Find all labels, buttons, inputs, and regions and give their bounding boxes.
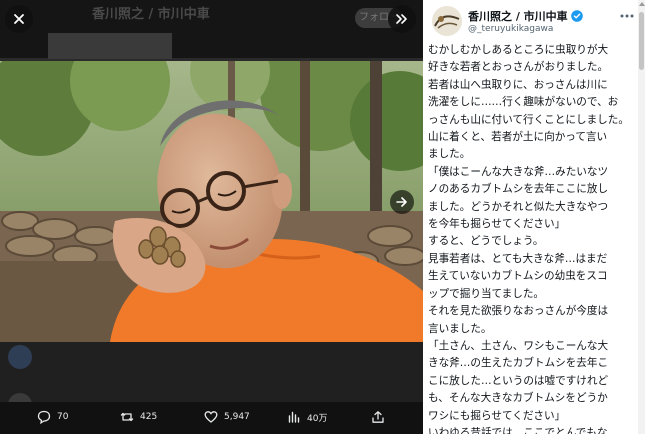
post-detail-panel: 香川照之 / 市川中車 @_teruyukikagawa むかしむかしあるところ…: [423, 0, 645, 434]
more-dots-icon: [620, 14, 634, 18]
author-handle[interactable]: @_teruyukikagawa: [468, 24, 553, 34]
panel-scrollbar[interactable]: [638, 0, 645, 434]
background-media-strip: [0, 342, 423, 402]
post-line: それを見た欲張りなおっさんが今度は: [428, 305, 609, 318]
repost-count: 425: [140, 412, 158, 422]
background-card: [48, 33, 172, 59]
post-line: すると、どうでしょう。: [428, 235, 544, 248]
post-line: 洗濯をしに……行く趣味がないので、お: [428, 96, 619, 109]
scroll-up-arrow-icon[interactable]: [639, 2, 645, 6]
views-chart-icon: [288, 411, 300, 423]
verified-badge-icon: [570, 10, 583, 22]
post-line: 言いました。: [428, 322, 492, 335]
post-line: こに放した…というのは嘘ですけれど: [428, 374, 609, 387]
heart-icon: [204, 411, 218, 423]
post-line: っさんも山に付いて行くことにしました。: [428, 113, 629, 126]
author-avatar[interactable]: [432, 6, 462, 36]
post-line: いわゆる昔話では、ここでとんでもな: [428, 426, 608, 434]
avatar-image: [432, 6, 462, 36]
next-image-button[interactable]: [390, 190, 414, 214]
post-line: 好きな若者とおっさんがおりました。: [428, 61, 609, 74]
post-line: ノのあるカブトムシを去年ここに放し: [428, 183, 609, 196]
like-count: 5,947: [224, 412, 250, 422]
post-line: むかしむかしあるところに虫取りが大: [428, 44, 609, 56]
post-photo[interactable]: [0, 61, 423, 342]
post-actions-bar: 70 425 5,947 40万: [0, 402, 423, 434]
post-line: 山に着くと、若者が土に向かって言い: [428, 131, 608, 144]
like-button[interactable]: 5,947: [204, 410, 250, 424]
close-icon: [14, 14, 24, 24]
close-button[interactable]: [5, 5, 33, 33]
reply-count: 70: [57, 412, 69, 422]
post-line: 若者は山へ虫取りに、おっさんは川に: [428, 78, 608, 91]
post-line: も、そんな大きなカブトムシをどうか: [428, 392, 608, 405]
views-button[interactable]: 40万: [287, 410, 327, 424]
repost-icon: [120, 412, 134, 422]
post-line: ップで掘り当てました。: [428, 287, 545, 300]
scrollbar-thumb[interactable]: [639, 12, 644, 70]
more-options-button[interactable]: [620, 7, 634, 22]
reply-icon: [37, 410, 51, 424]
post-line: きな斧…の生えたカブトムシを去年こ: [428, 357, 609, 370]
post-line: ました。: [428, 148, 471, 161]
post-line: 「僕はこーんな大きな斧…みたいなツ: [428, 165, 609, 178]
post-text: むかしむかしあるところに虫取りが大 好きな若者とおっさんがおりました。 若者は山…: [428, 42, 634, 434]
reply-button[interactable]: 70: [37, 410, 68, 424]
post-line: 見事若者は、とても大きな斧…はまだ: [428, 252, 608, 265]
author-name-row[interactable]: 香川照之 / 市川中車: [468, 8, 583, 24]
post-line: を今年も掘らせてください」: [428, 218, 566, 231]
background-avatar: [8, 345, 32, 369]
background-header-title: 香川照之 / 市川中車: [92, 7, 210, 22]
double-chevron-right-icon: [396, 14, 407, 24]
repost-button[interactable]: 425: [120, 410, 157, 424]
post-line: ました。どうかそれと似た大きなやつ: [428, 200, 609, 213]
post-line: 「土さん、土さん、ワシもこーんな大: [428, 339, 609, 352]
post-line: 生えていないカブトムシの幼虫をスコ: [428, 270, 608, 283]
photo-image: [0, 61, 423, 342]
view-count: 40万: [307, 413, 328, 424]
share-icon: [372, 411, 384, 423]
author-name: 香川照之 / 市川中車: [468, 10, 568, 23]
collapse-panel-button[interactable]: [388, 5, 416, 33]
arrow-right-icon: [396, 197, 407, 207]
share-button[interactable]: [371, 410, 385, 424]
post-line: ワシにも掘らせてください」: [428, 409, 566, 422]
